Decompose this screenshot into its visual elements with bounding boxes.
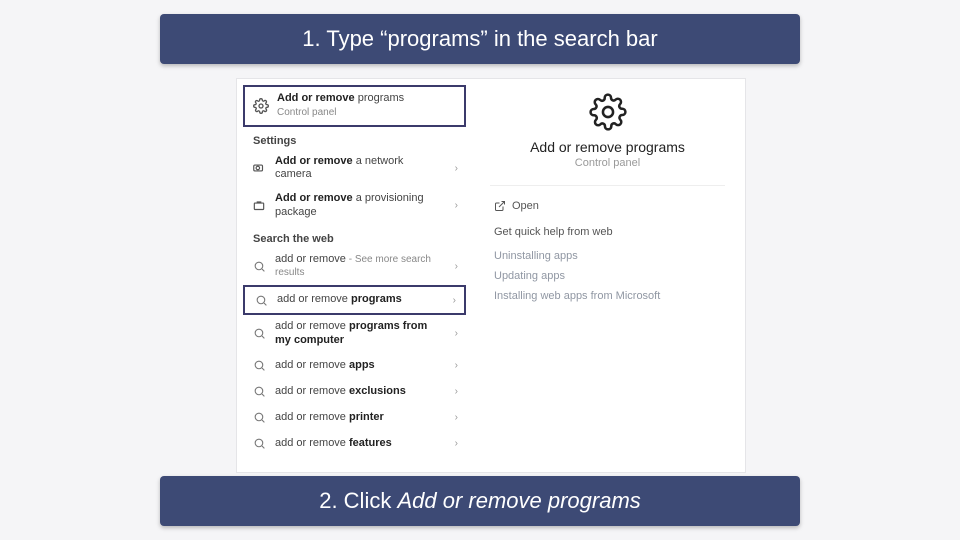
external-link-icon	[494, 200, 506, 212]
help-link-installing-web-apps[interactable]: Installing web apps from Microsoft	[490, 286, 725, 306]
result-title: add or remove printer	[275, 411, 443, 425]
help-link-updating[interactable]: Updating apps	[490, 266, 725, 286]
result-title: add or remove apps	[275, 359, 443, 373]
chevron-right-icon: ›	[451, 163, 458, 174]
chevron-right-icon: ›	[451, 328, 458, 339]
instruction-step-2: 2. Click Add or remove programs	[160, 476, 800, 526]
result-title: Add or remove a provisioning package	[275, 192, 443, 220]
result-title: add or remove features	[275, 437, 443, 451]
search-icon	[251, 326, 267, 342]
result-title: add or remove programs	[277, 293, 441, 307]
package-icon	[251, 198, 267, 214]
web-result-5[interactable]: add or remove printer ›	[243, 405, 466, 431]
gear-icon	[589, 93, 627, 131]
help-section-heading: Get quick help from web	[490, 222, 725, 246]
search-icon	[251, 358, 267, 374]
instruction-step-1: 1. Type “programs” in the search bar	[160, 14, 800, 64]
gear-icon	[253, 98, 269, 114]
chevron-right-icon: ›	[451, 438, 458, 449]
web-result-2[interactable]: add or remove programs from my computer ›	[243, 315, 466, 353]
result-title: add or remove exclusions	[275, 385, 443, 399]
chevron-right-icon: ›	[451, 412, 458, 423]
result-title: Add or remove programs Control panel	[277, 92, 456, 120]
result-title: add or remove ‑ See more search results	[275, 253, 443, 281]
web-result-1[interactable]: add or remove programs ›	[243, 285, 466, 315]
chevron-right-icon: ›	[451, 200, 458, 211]
section-search-web: Search the web	[243, 225, 466, 248]
chevron-right-icon: ›	[451, 386, 458, 397]
camera-icon	[251, 160, 267, 176]
detail-subtitle: Control panel	[490, 157, 725, 169]
section-settings: Settings	[243, 127, 466, 150]
settings-result-network-camera[interactable]: Add or remove a network camera ›	[243, 150, 466, 188]
detail-title: Add or remove programs	[490, 139, 725, 155]
search-results-window: Add or remove programs Control panel Set…	[236, 78, 746, 473]
settings-result-provisioning-package[interactable]: Add or remove a provisioning package ›	[243, 187, 466, 225]
search-icon	[251, 436, 267, 452]
results-column: Add or remove programs Control panel Set…	[237, 79, 472, 472]
open-label: Open	[512, 200, 539, 212]
detail-pane: Add or remove programs Control panel Ope…	[472, 79, 737, 472]
web-result-6[interactable]: add or remove features ›	[243, 431, 466, 457]
web-result-0[interactable]: add or remove ‑ See more search results ›	[243, 248, 466, 286]
help-link-uninstalling[interactable]: Uninstalling apps	[490, 246, 725, 266]
chevron-right-icon: ›	[449, 295, 456, 306]
web-result-4[interactable]: add or remove exclusions ›	[243, 379, 466, 405]
chevron-right-icon: ›	[451, 261, 458, 272]
result-title: add or remove programs from my computer	[275, 320, 443, 348]
best-match-add-remove-programs[interactable]: Add or remove programs Control panel	[243, 85, 466, 127]
search-icon	[251, 410, 267, 426]
open-button[interactable]: Open	[490, 186, 725, 222]
search-icon	[253, 292, 269, 308]
chevron-right-icon: ›	[451, 360, 458, 371]
web-result-3[interactable]: add or remove apps ›	[243, 353, 466, 379]
search-icon	[251, 384, 267, 400]
search-icon	[251, 258, 267, 274]
result-title: Add or remove a network camera	[275, 155, 443, 183]
